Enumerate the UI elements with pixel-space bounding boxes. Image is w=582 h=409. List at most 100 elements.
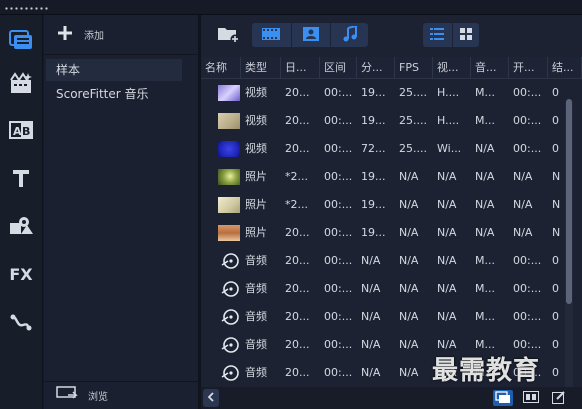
cell-video-codec: N/A <box>437 254 457 267</box>
media-thumbnail <box>218 225 240 241</box>
cell-end: 0 <box>552 142 559 155</box>
cell-video-codec: N/A <box>437 310 457 323</box>
collapse-library-button[interactable] <box>203 389 219 407</box>
table-row[interactable]: 视频 20... 00:... 19... 25.... H.... M... 00:... 0 <box>201 107 561 135</box>
audio-file-icon <box>218 281 240 297</box>
table-row[interactable]: 照片 20... 00:... 19... N/A N/A N/A N/A N <box>201 219 561 247</box>
cell-fps: N/A <box>399 338 419 351</box>
view-mode-group <box>423 23 479 47</box>
rail-graphics-button[interactable] <box>4 209 38 243</box>
cell-start: N/A <box>513 226 533 239</box>
browse-button[interactable]: 浏览 <box>56 386 108 405</box>
cell-duration: 00:... <box>324 310 353 323</box>
audio-file-icon <box>218 365 240 381</box>
audio-filter-button[interactable] <box>330 23 368 47</box>
cell-type: 视频 <box>245 142 267 155</box>
column-duration[interactable]: 区间 <box>320 57 357 79</box>
cell-date: 20... <box>285 86 310 99</box>
cell-resolution: N/A <box>361 310 381 323</box>
column-resolution[interactable]: 分... <box>357 57 395 79</box>
cell-resolution: 19... <box>361 226 386 239</box>
scrollbar-thumb[interactable] <box>566 99 572 304</box>
rail-title-button[interactable] <box>4 161 38 195</box>
cell-audio-codec: M... <box>475 310 495 323</box>
table-row[interactable]: 照片 *2... 00:... 19... N/A N/A N/A N/A N <box>201 191 561 219</box>
cell-duration: 00:... <box>324 254 353 267</box>
window-grip-handle[interactable] <box>4 7 50 10</box>
column-end[interactable]: 结... <box>548 57 582 79</box>
thumbnail-view-icon <box>460 27 472 43</box>
photo-filter-button[interactable] <box>291 23 329 47</box>
add-label: 添加 <box>84 31 104 42</box>
cell-video-codec: H.... <box>437 86 460 99</box>
cell-date: 20... <box>285 114 310 127</box>
browse-label: 浏览 <box>88 392 108 403</box>
column-video-codec[interactable]: 视... <box>433 57 471 79</box>
cell-type: 照片 <box>245 170 267 183</box>
cell-type: 照片 <box>245 198 267 211</box>
cell-resolution: N/A <box>361 254 381 267</box>
table-row[interactable]: 视频 20... 00:... 72... 25.... Wi... N/A 00:... 0 <box>201 135 561 163</box>
cell-type: 音频 <box>245 282 267 295</box>
cell-audio-codec: M... <box>475 254 495 267</box>
table-row[interactable]: 音频 20... 00:... N/A N/A N/A M... 00:... 0 <box>201 275 561 303</box>
svg-text:A: A <box>13 125 22 138</box>
cell-video-codec: N/A <box>437 198 457 211</box>
audio-file-icon <box>218 309 240 325</box>
table-row[interactable]: 音频 20... 00:... N/A N/A N/A M... 00:... 0 <box>201 247 561 275</box>
column-type[interactable]: 类型 <box>241 57 281 79</box>
cell-resolution: 19... <box>361 198 386 211</box>
rail-path-button[interactable] <box>4 305 38 339</box>
cell-end: N <box>552 226 561 239</box>
column-name[interactable]: 名称 <box>201 57 241 79</box>
cell-duration: 00:... <box>324 338 353 351</box>
rail-transitions-button[interactable]: A B <box>4 113 38 147</box>
cell-type: 视频 <box>245 114 267 127</box>
cell-start: 00:... <box>513 142 542 155</box>
cell-start: N/A <box>513 170 533 183</box>
chevron-left-icon <box>207 391 215 405</box>
add-folder-button[interactable]: 添加 <box>58 26 104 43</box>
cell-type: 照片 <box>245 226 267 239</box>
cell-duration: 00:... <box>324 170 353 183</box>
column-fps[interactable]: FPS <box>395 57 433 79</box>
cell-audio-codec: N/A <box>475 170 495 183</box>
import-media-button[interactable] <box>215 24 241 46</box>
rail-instant-project-button[interactable] <box>4 67 38 101</box>
table-row[interactable]: 照片 *2... 00:... 19... N/A N/A N/A N/A N <box>201 163 561 191</box>
cell-fps: N/A <box>399 198 419 211</box>
cell-video-codec: Wi... <box>437 142 462 155</box>
cell-audio-codec: N/A <box>475 226 495 239</box>
cell-resolution: 19... <box>361 114 386 127</box>
vertical-scrollbar[interactable] <box>565 99 573 389</box>
cell-duration: 00:... <box>324 226 353 239</box>
table-row[interactable]: 音频 20... 00:... N/A N/A N/A M... 00:... 0 <box>201 303 561 331</box>
cell-date: 20... <box>285 282 310 295</box>
transition-icon: A B <box>9 120 33 140</box>
cell-duration: 00:... <box>324 366 353 379</box>
column-date[interactable]: 日... <box>281 57 320 79</box>
browse-folder-icon <box>56 386 78 405</box>
edit-view-button[interactable] <box>549 390 569 406</box>
fx-icon: FX <box>9 264 33 284</box>
list-view-button[interactable] <box>423 23 451 47</box>
rail-media-button[interactable] <box>4 23 38 57</box>
audio-filter-icon <box>343 24 357 45</box>
rail-filters-button[interactable]: FX <box>4 257 38 291</box>
cell-date: 20... <box>285 310 310 323</box>
table-row[interactable]: 视频 20... 00:... 19... 25.... H.... M... 00:... 0 <box>201 79 561 107</box>
video-filter-button[interactable] <box>252 23 290 47</box>
cell-resolution: N/A <box>361 338 381 351</box>
column-start[interactable]: 开... <box>509 57 548 79</box>
thumbnail-view-button[interactable] <box>452 23 479 47</box>
library-view-button[interactable] <box>493 390 513 406</box>
cell-video-codec: H.... <box>437 114 460 127</box>
library-item-scorefitter[interactable]: ScoreFitter 音乐 <box>46 83 182 105</box>
library-header: 添加 <box>44 15 198 55</box>
cell-fps: 25.... <box>399 86 427 99</box>
library-panel: 添加 样本 ScoreFitter 音乐 浏览 <box>44 15 198 409</box>
split-view-button[interactable] <box>521 390 541 406</box>
library-item-samples[interactable]: 样本 <box>46 59 182 81</box>
library-footer: 浏览 <box>44 381 198 409</box>
column-audio-codec[interactable]: 音... <box>471 57 509 79</box>
